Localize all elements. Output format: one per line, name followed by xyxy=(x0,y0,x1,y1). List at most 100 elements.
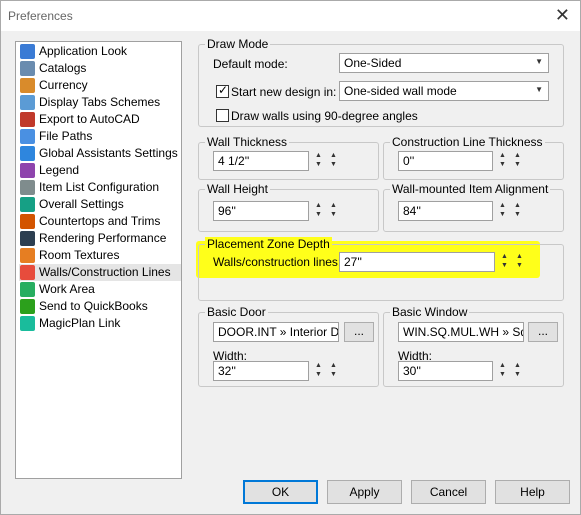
tree-item[interactable]: Currency xyxy=(19,77,181,94)
wall-height-spinner[interactable]: ▲ ▼ ▲ ▼ xyxy=(313,201,341,221)
wall-mounted-spinner[interactable]: ▲ ▼ ▲ ▼ xyxy=(497,201,525,221)
window-title: Preferences xyxy=(8,9,73,23)
chevron-down-icon: ▼ xyxy=(535,57,543,66)
wall-thickness-input[interactable]: 4 1/2'' xyxy=(213,151,309,171)
close-icon[interactable]: ✕ xyxy=(555,5,570,26)
spin-up-icon[interactable]: ▲ xyxy=(499,202,506,209)
global-assistants-icon xyxy=(20,146,35,161)
currency-icon xyxy=(20,78,35,93)
default-mode-label: Default mode: xyxy=(213,57,288,71)
basic-window-width-input[interactable]: 30'' xyxy=(398,361,493,381)
spin-up-icon[interactable]: ▲ xyxy=(501,253,508,260)
magicplan-icon xyxy=(20,316,35,331)
tree-item-label: Room Textures xyxy=(39,248,120,262)
basic-window-width-spinner[interactable]: ▲ ▼ ▲ ▼ xyxy=(497,361,525,381)
tree-item[interactable]: Item List Configuration xyxy=(19,179,181,196)
category-tree[interactable]: Application Look Catalogs Currency Display … xyxy=(15,41,182,479)
tree-item-label: Walls/Construction Lines xyxy=(39,265,171,279)
group-title: Basic Window xyxy=(390,305,470,319)
tree-item[interactable]: Rendering Performance xyxy=(19,230,181,247)
tree-item-label: Legend xyxy=(39,163,80,177)
tree-item-label: Countertops and Trims xyxy=(39,214,161,228)
tree-item-label: Currency xyxy=(39,78,88,92)
basic-door-item[interactable]: DOOR.INT » Interior Doo xyxy=(213,322,339,342)
room-textures-icon xyxy=(20,248,35,263)
spin-up-icon[interactable]: ▲ xyxy=(514,362,521,369)
placement-zone-spinner[interactable]: ▲ ▼ ▲ ▼ xyxy=(499,252,527,272)
spin-up-icon[interactable]: ▲ xyxy=(330,362,337,369)
tree-item-label: Item List Configuration xyxy=(39,180,160,194)
help-button[interactable]: Help xyxy=(495,480,570,504)
tree-item-label: Display Tabs Schemes xyxy=(39,95,161,109)
spin-up-icon[interactable]: ▲ xyxy=(516,253,523,260)
basic-door-width-spinner[interactable]: ▲ ▼ ▲ ▼ xyxy=(313,361,341,381)
basic-door-browse-button[interactable]: ... xyxy=(344,322,374,342)
spin-up-icon[interactable]: ▲ xyxy=(330,152,337,159)
default-mode-value: One-Sided xyxy=(344,56,402,70)
title-bar: Preferences ✕ xyxy=(1,1,580,31)
default-mode-select[interactable]: One-Sided ▼ xyxy=(339,53,549,73)
spin-down-icon[interactable]: ▼ xyxy=(499,211,506,218)
basic-window-browse-button[interactable]: ... xyxy=(528,322,558,342)
tree-item[interactable]: Overall Settings xyxy=(19,196,181,213)
spin-down-icon[interactable]: ▼ xyxy=(499,371,506,378)
spin-down-icon[interactable]: ▼ xyxy=(315,211,322,218)
cancel-button[interactable]: Cancel xyxy=(411,480,486,504)
basic-door-width-input[interactable]: 32'' xyxy=(213,361,309,381)
spin-down-icon[interactable]: ▼ xyxy=(499,161,506,168)
tree-item[interactable]: Room Textures xyxy=(19,247,181,264)
tree-item[interactable]: Legend xyxy=(19,162,181,179)
spin-down-icon[interactable]: ▼ xyxy=(514,161,521,168)
construction-line-thickness-input[interactable]: 0'' xyxy=(398,151,493,171)
wall-height-input[interactable]: 96'' xyxy=(213,201,309,221)
spin-up-icon[interactable]: ▲ xyxy=(315,152,322,159)
placement-zone-input[interactable]: 27'' xyxy=(339,252,495,272)
wall-thickness-spinner[interactable]: ▲ ▼ ▲ ▼ xyxy=(313,151,341,171)
tree-item[interactable]: Send to QuickBooks xyxy=(19,298,181,315)
start-new-label: Start new design in: xyxy=(231,85,337,99)
check-icon: ✓ xyxy=(218,83,229,97)
spin-up-icon[interactable]: ▲ xyxy=(514,152,521,159)
construction-line-spinner[interactable]: ▲ ▼ ▲ ▼ xyxy=(497,151,525,171)
spin-up-icon[interactable]: ▲ xyxy=(315,202,322,209)
spin-up-icon[interactable]: ▲ xyxy=(499,362,506,369)
spin-up-icon[interactable]: ▲ xyxy=(514,202,521,209)
group-title: Wall Thickness xyxy=(205,135,290,149)
overall-settings-icon xyxy=(20,197,35,212)
spin-up-icon[interactable]: ▲ xyxy=(499,152,506,159)
basic-window-item[interactable]: WIN.SQ.MUL.WH » Squ xyxy=(398,322,524,342)
application-look-icon xyxy=(20,44,35,59)
spin-down-icon[interactable]: ▼ xyxy=(514,211,521,218)
spin-down-icon[interactable]: ▼ xyxy=(514,371,521,378)
start-new-checkbox[interactable]: ✓ xyxy=(216,83,229,98)
placement-zone-label: Walls/construction lines: xyxy=(213,255,342,269)
tree-item-label: File Paths xyxy=(39,129,93,143)
draw-walls-checkbox[interactable] xyxy=(216,109,229,122)
spin-up-icon[interactable]: ▲ xyxy=(330,202,337,209)
start-new-select[interactable]: One-sided wall mode ▼ xyxy=(339,81,549,101)
spin-down-icon[interactable]: ▼ xyxy=(330,161,337,168)
tree-item[interactable]: Application Look xyxy=(19,43,181,60)
spin-down-icon[interactable]: ▼ xyxy=(330,211,337,218)
spin-down-icon[interactable]: ▼ xyxy=(330,371,337,378)
tree-item[interactable]: Display Tabs Schemes xyxy=(19,94,181,111)
apply-button[interactable]: Apply xyxy=(327,480,402,504)
spin-down-icon[interactable]: ▼ xyxy=(315,161,322,168)
spin-down-icon[interactable]: ▼ xyxy=(315,371,322,378)
wall-mounted-input[interactable]: 84'' xyxy=(398,201,493,221)
tree-item-label: Export to AutoCAD xyxy=(39,112,140,126)
tree-item[interactable]: Catalogs xyxy=(19,60,181,77)
tree-item-label: Global Assistants Settings xyxy=(39,146,178,160)
tree-item[interactable]: File Paths xyxy=(19,128,181,145)
tree-item[interactable]: Global Assistants Settings xyxy=(19,145,181,162)
spin-down-icon[interactable]: ▼ xyxy=(501,262,508,269)
tree-item[interactable]: Work Area xyxy=(19,281,181,298)
display-tabs-icon xyxy=(20,95,35,110)
ok-button[interactable]: OK xyxy=(243,480,318,504)
tree-item[interactable]: MagicPlan Link xyxy=(19,315,181,332)
spin-up-icon[interactable]: ▲ xyxy=(315,362,322,369)
spin-down-icon[interactable]: ▼ xyxy=(516,262,523,269)
tree-item[interactable]: Export to AutoCAD xyxy=(19,111,181,128)
tree-item[interactable]: Countertops and Trims xyxy=(19,213,181,230)
tree-item[interactable]: Walls/Construction Lines xyxy=(19,264,181,281)
